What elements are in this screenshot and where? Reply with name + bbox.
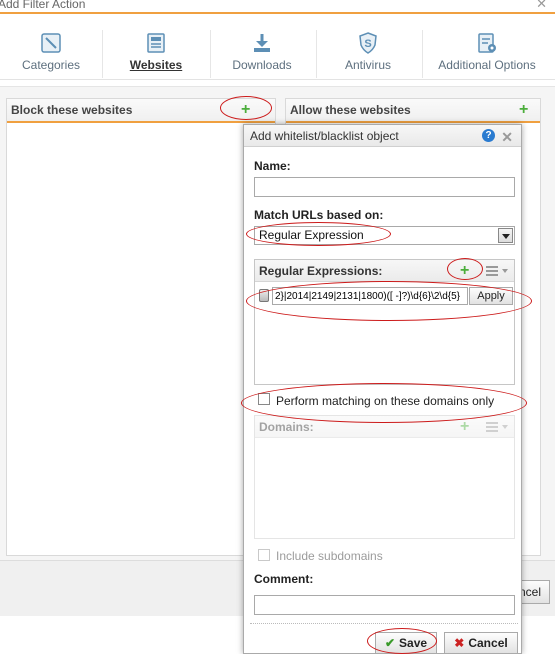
regex-box-header: Regular Expressions: + <box>255 260 514 282</box>
regex-label: Regular Expressions: <box>259 264 383 278</box>
save-button[interactable]: ✔ Save <box>375 632 437 654</box>
window-close-icon[interactable]: ✕ <box>536 0 547 12</box>
list-icon[interactable] <box>486 266 498 276</box>
apply-button[interactable]: Apply <box>469 287 513 305</box>
tab-label: Websites <box>129 58 183 72</box>
add-regex-icon[interactable]: + <box>460 263 469 279</box>
regex-entry-input[interactable] <box>272 287 468 305</box>
domains-box-header: Domains: + <box>255 416 514 438</box>
tab-categories[interactable]: Categories <box>4 28 98 80</box>
antivirus-icon: S <box>359 32 377 54</box>
tab-additional-options[interactable]: Additional Options <box>428 28 546 80</box>
chevron-down-icon[interactable] <box>502 269 508 273</box>
add-blocked-site-icon[interactable]: + <box>241 102 250 118</box>
window-title: Add Filter Action <box>0 0 86 11</box>
allow-panel-title: Allow these websites <box>290 103 411 117</box>
close-icon: ✖ <box>454 636 465 650</box>
tab-toolbar: Categories Websites Downloads S Antiviru… <box>0 22 555 80</box>
checkmark-icon: ✔ <box>384 636 396 650</box>
window-titlebar: Add Filter Action ✕ <box>0 0 555 14</box>
options-icon <box>478 33 496 53</box>
tab-divider <box>316 30 317 78</box>
comment-label: Comment: <box>254 572 314 586</box>
tab-websites[interactable]: Websites <box>108 28 204 80</box>
cancel-label: Cancel <box>468 636 508 650</box>
cancel-button[interactable]: ✖ Cancel <box>444 632 518 654</box>
download-icon <box>254 34 270 52</box>
chevron-down-icon[interactable] <box>498 228 513 243</box>
tab-label: Additional Options <box>438 58 536 72</box>
allow-panel-header: Allow these websites + <box>286 99 540 123</box>
whitelist-blacklist-dialog: Add whitelist/blacklist object ? ✕ Name:… <box>243 124 522 654</box>
help-icon[interactable]: ? <box>482 129 495 142</box>
add-allowed-site-icon[interactable]: + <box>519 102 528 118</box>
tab-divider <box>210 30 211 78</box>
dialog-divider <box>250 623 518 624</box>
perform-matching-label: Perform matching on these domains only <box>276 394 495 408</box>
tab-downloads[interactable]: Downloads <box>214 28 310 80</box>
name-label: Name: <box>254 159 291 173</box>
tab-divider <box>422 30 423 78</box>
categories-icon <box>41 33 61 53</box>
name-input[interactable] <box>254 177 515 197</box>
tab-antivirus[interactable]: S Antivirus <box>320 28 416 80</box>
match-select-value: Regular Expression <box>259 228 364 242</box>
dialog-title: Add whitelist/blacklist object <box>250 129 399 143</box>
comment-input[interactable] <box>254 595 515 615</box>
save-label: Save <box>399 636 428 650</box>
dialog-header: Add whitelist/blacklist object ? ✕ <box>244 125 521 147</box>
domains-label: Domains: <box>259 420 314 434</box>
domains-box: Domains: + <box>254 415 515 539</box>
add-domain-icon: + <box>460 418 470 435</box>
block-panel-title: Block these websites <box>11 103 133 117</box>
regex-box: Regular Expressions: + Apply <box>254 259 515 385</box>
perform-matching-checkbox[interactable] <box>258 393 270 405</box>
delete-entry-icon[interactable] <box>259 289 269 302</box>
tab-label: Antivirus <box>344 58 391 72</box>
match-select[interactable]: Regular Expression <box>254 226 515 245</box>
chevron-down-icon <box>502 425 508 429</box>
list-icon <box>486 422 498 432</box>
background-cancel-label: ncel <box>519 585 542 599</box>
tab-divider <box>102 30 103 78</box>
include-subdomains-checkbox[interactable] <box>258 549 270 561</box>
match-label: Match URLs based on: <box>254 208 384 222</box>
websites-icon <box>147 33 165 53</box>
block-websites-panel: Block these websites + <box>6 98 276 556</box>
block-panel-header: Block these websites + <box>7 99 275 123</box>
tab-label: Downloads <box>232 58 292 72</box>
svg-text:S: S <box>364 38 371 50</box>
dialog-close-icon[interactable]: ✕ <box>501 126 513 148</box>
tab-label: Categories <box>21 58 81 72</box>
include-subdomains-label: Include subdomains <box>276 549 383 563</box>
